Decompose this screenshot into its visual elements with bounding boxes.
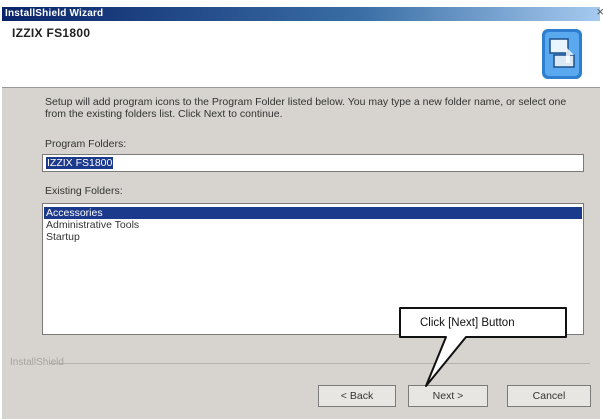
callout-text: Click [Next] Button [420,317,515,329]
annotation-callout [399,307,567,387]
